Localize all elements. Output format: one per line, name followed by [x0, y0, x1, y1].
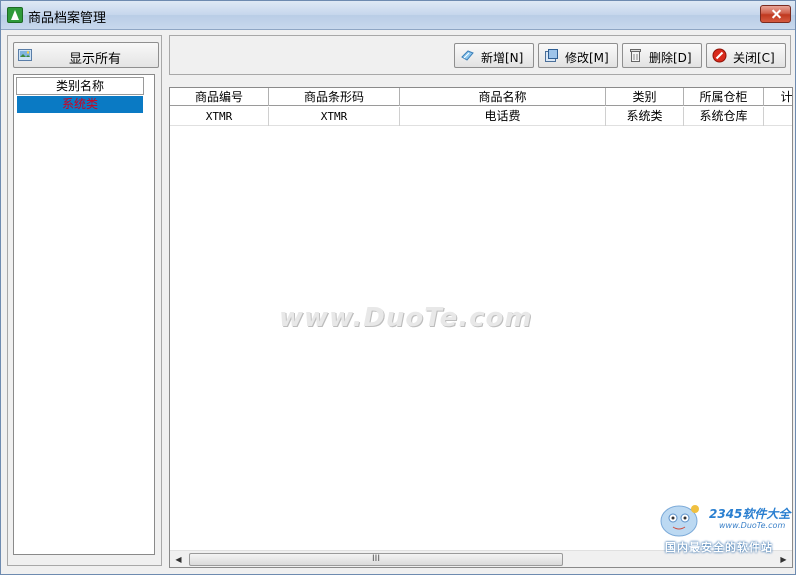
- toolbar: 新增[N] 修改[M] 删除[D] 关闭[C]: [169, 35, 791, 75]
- cell-warehouse: 系统仓库: [684, 107, 764, 126]
- column-header-category[interactable]: 类别: [606, 88, 684, 106]
- column-header-barcode[interactable]: 商品条形码: [269, 88, 400, 106]
- mascot-icon: [660, 505, 699, 537]
- table-row[interactable]: XTMR XTMR 电话费 系统类 系统仓库: [170, 107, 792, 126]
- column-header-code[interactable]: 商品编号: [170, 88, 269, 106]
- cell-category: 系统类: [606, 107, 684, 126]
- scroll-left-icon[interactable]: ◀: [170, 551, 187, 567]
- category-panel: 显示所有 类别名称 系统类: [7, 35, 162, 566]
- cell-name: 电话费: [400, 107, 606, 126]
- cell-code: XTMR: [170, 107, 269, 126]
- watermark-text: www.DuoTe.com: [279, 303, 533, 333]
- column-header-unit[interactable]: 计: [764, 88, 792, 106]
- close-button[interactable]: 关闭[C]: [706, 43, 786, 68]
- edit-label: 修改[M]: [565, 51, 609, 65]
- client-area: 显示所有 类别名称 系统类 新增[N] 修改[M] 删除[D] 关闭[C] 商品…: [3, 31, 793, 572]
- grid-header: 商品编号 商品条形码 商品名称 类别 所属仓柜 计: [170, 88, 792, 106]
- scroll-thumb[interactable]: III: [189, 553, 563, 566]
- category-column-header[interactable]: 类别名称: [16, 77, 144, 95]
- badge-slogan: 国内最安全的软件站: [665, 541, 773, 554]
- delete-label: 删除[D]: [649, 51, 692, 65]
- picture-icon: [18, 49, 32, 61]
- site-badge: 2345软件大全 www.DuoTe.com 国内最安全的软件站: [653, 497, 793, 561]
- trash-icon: [630, 49, 641, 62]
- show-all-button[interactable]: 显示所有: [13, 42, 159, 68]
- badge-url: www.DuoTe.com: [719, 521, 786, 530]
- close-label: 关闭[C]: [733, 51, 775, 65]
- column-header-warehouse[interactable]: 所属仓柜: [684, 88, 764, 106]
- window-close-button[interactable]: [760, 5, 791, 23]
- close-circle-icon: [712, 48, 727, 63]
- edit-doc-icon: [545, 49, 558, 62]
- cell-unit: [764, 107, 792, 126]
- window-title: 商品档案管理: [28, 11, 107, 26]
- add-button[interactable]: 新增[N]: [454, 43, 534, 68]
- cell-barcode: XTMR: [269, 107, 400, 126]
- badge-brand: 2345软件大全: [709, 507, 791, 521]
- add-label: 新增[N]: [481, 51, 524, 65]
- category-list[interactable]: 类别名称 系统类: [13, 74, 155, 555]
- category-item-selected[interactable]: 系统类: [17, 96, 143, 113]
- app-logo-icon: [7, 7, 23, 23]
- show-all-label: 显示所有: [69, 52, 122, 67]
- column-header-name[interactable]: 商品名称: [400, 88, 606, 106]
- new-doc-icon: [461, 50, 474, 61]
- app-window: 商品档案管理 显示所有 类别名称 系统类 新增[N] 修改[M] 删除[D] 关…: [0, 0, 796, 575]
- title-bar[interactable]: 商品档案管理: [1, 1, 795, 30]
- delete-button[interactable]: 删除[D]: [622, 43, 702, 68]
- edit-button[interactable]: 修改[M]: [538, 43, 618, 68]
